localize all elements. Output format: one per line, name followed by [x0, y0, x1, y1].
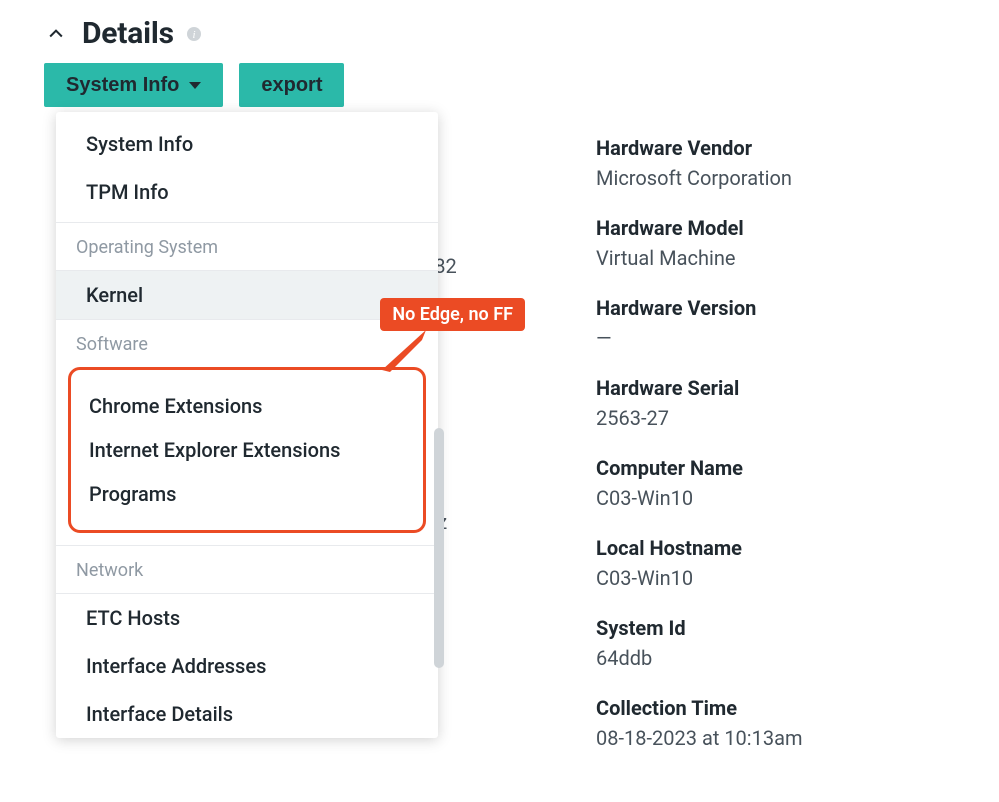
- hardware-vendor-label: Hardware Vendor: [596, 136, 956, 160]
- dropdown-item-chrome-extensions[interactable]: Chrome Extensions: [89, 384, 405, 428]
- collection-time-value: 08-18-2023 at 10:13am: [596, 726, 956, 750]
- collection-time-label: Collection Time: [596, 696, 956, 720]
- caret-down-icon: [189, 82, 201, 89]
- computer-name-value: C03-Win10: [596, 486, 956, 510]
- dropdown-item-system-info[interactable]: System Info: [56, 112, 438, 168]
- collapse-toggle[interactable]: [44, 22, 68, 46]
- annotation-callout: No Edge, no FF: [380, 298, 525, 331]
- system-id-label: System Id: [596, 616, 956, 640]
- local-hostname-value: C03-Win10: [596, 566, 956, 590]
- dropdown-item-programs[interactable]: Programs: [89, 472, 405, 516]
- hardware-model-value: Virtual Machine: [596, 246, 956, 270]
- dropdown-item-tpm-info[interactable]: TPM Info: [56, 168, 438, 222]
- computer-name-label: Computer Name: [596, 456, 956, 480]
- info-column: Hardware Vendor Microsoft Corporation Ha…: [596, 136, 956, 776]
- system-info-dropdown-button[interactable]: System Info: [44, 63, 223, 107]
- hardware-version-label: Hardware Version: [596, 296, 956, 320]
- local-hostname-label: Local Hostname: [596, 536, 956, 560]
- export-button[interactable]: export: [239, 63, 344, 107]
- scrollbar-thumb[interactable]: [434, 428, 444, 668]
- hardware-serial-label: Hardware Serial: [596, 376, 956, 400]
- hardware-model-label: Hardware Model: [596, 216, 956, 240]
- dropdown-scrollbar[interactable]: [434, 428, 444, 738]
- software-highlight-box: No Edge, no FF Chrome Extensions Interne…: [68, 367, 426, 533]
- system-id-value: 64ddb: [596, 646, 956, 670]
- annotation-label: No Edge, no FF: [380, 298, 525, 331]
- section-title: Details: [82, 16, 174, 51]
- hardware-serial-value: 2563-27: [596, 406, 956, 430]
- svg-text:i: i: [192, 29, 195, 41]
- chevron-up-icon: [46, 24, 66, 44]
- export-button-label: export: [261, 74, 322, 97]
- dropdown-item-etc-hosts[interactable]: ETC Hosts: [56, 593, 438, 642]
- dropdown-item-interface-addresses[interactable]: Interface Addresses: [56, 642, 438, 690]
- system-info-button-label: System Info: [66, 74, 179, 97]
- dropdown-group-operating-system: Operating System: [56, 222, 438, 270]
- dropdown-item-ie-extensions[interactable]: Internet Explorer Extensions: [89, 428, 405, 472]
- hardware-vendor-value: Microsoft Corporation: [596, 166, 956, 190]
- dropdown-item-interface-details[interactable]: Interface Details: [56, 690, 438, 738]
- hardware-version-value: —: [596, 326, 956, 350]
- annotation-tail-icon: [382, 330, 432, 374]
- system-info-dropdown-panel: System Info TPM Info Operating System Ke…: [56, 112, 438, 738]
- dropdown-group-network: Network: [56, 545, 438, 593]
- info-icon[interactable]: i: [186, 26, 202, 42]
